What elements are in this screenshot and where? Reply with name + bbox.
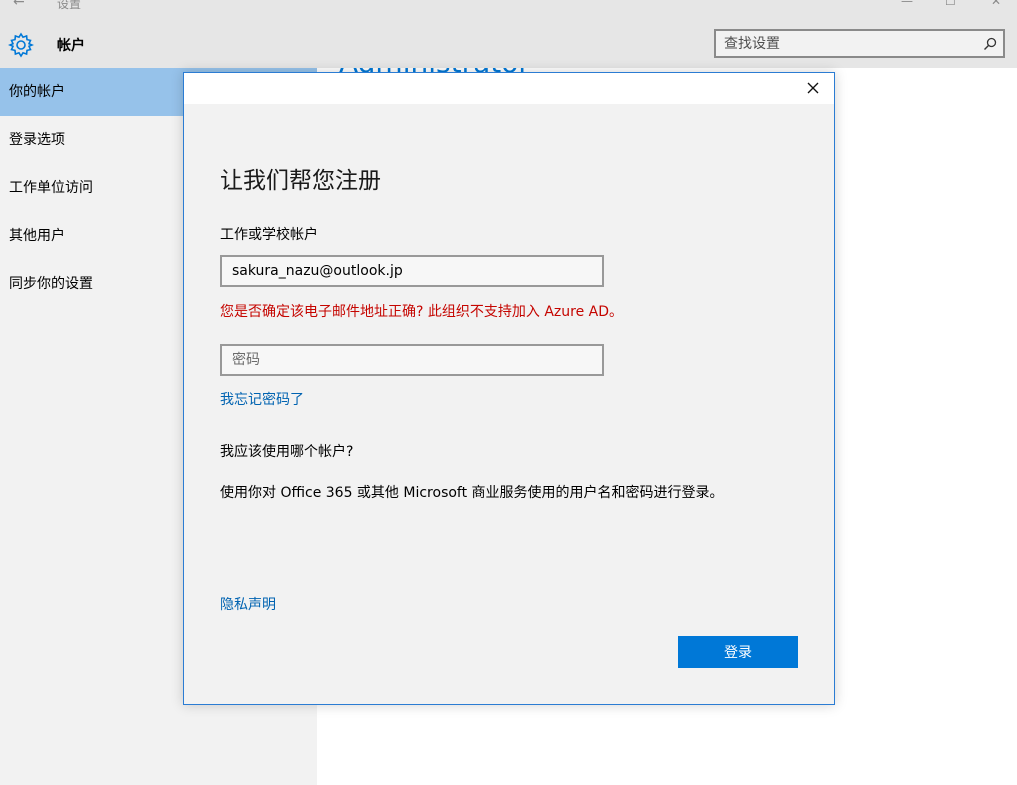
email-field-box[interactable] xyxy=(220,255,604,287)
password-field-box[interactable] xyxy=(220,344,604,376)
privacy-statement-link[interactable]: 隐私声明 xyxy=(220,594,276,614)
email-field[interactable] xyxy=(232,262,592,280)
page-title: 帐户 xyxy=(57,38,85,54)
error-message: 您是否确定该电子邮件地址正确? 此组织不支持加入 Azure AD。 xyxy=(220,304,623,320)
header: 帐户 xyxy=(0,12,1017,68)
title-bar: ← 设置 — ☐ ✕ xyxy=(0,0,1017,12)
back-button[interactable]: ← xyxy=(13,0,25,10)
search-icon[interactable] xyxy=(983,37,997,51)
sign-in-button[interactable]: 登录 xyxy=(678,636,798,668)
search-input[interactable] xyxy=(724,34,974,54)
close-icon[interactable] xyxy=(806,81,820,95)
account-info-text: 使用你对 Office 365 或其他 Microsoft 商业服务使用的用户名… xyxy=(220,485,724,501)
maximize-button[interactable]: ☐ xyxy=(945,0,956,8)
account-label: 工作或学校帐户 xyxy=(220,227,318,243)
close-window-button[interactable]: ✕ xyxy=(991,0,1001,8)
password-field[interactable] xyxy=(232,351,592,369)
sign-in-dialog: 让我们帮您注册 工作或学校帐户 您是否确定该电子邮件地址正确? 此组织不支持加入… xyxy=(183,72,835,705)
search-box[interactable] xyxy=(714,29,1005,58)
dialog-heading: 让我们帮您注册 xyxy=(220,168,381,194)
minimize-button[interactable]: — xyxy=(901,0,913,8)
forgot-password-link[interactable]: 我忘记密码了 xyxy=(220,389,304,409)
which-account-heading: 我应该使用哪个帐户? xyxy=(220,444,354,460)
dialog-title-bar xyxy=(184,73,834,104)
gear-icon xyxy=(8,32,34,58)
window-title: 设置 xyxy=(57,0,82,11)
